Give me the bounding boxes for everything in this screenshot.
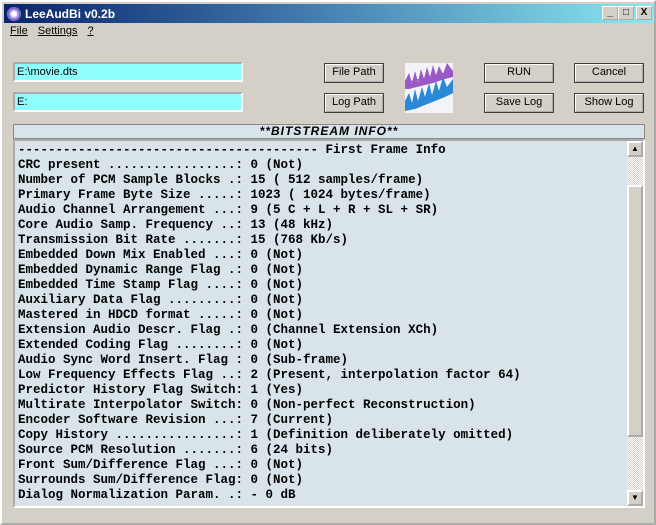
scroll-up-button[interactable]: ▲: [627, 141, 643, 157]
scroll-thumb[interactable]: [627, 185, 643, 437]
info-line: Embedded Time Stamp Flag ....: 0 (Not): [18, 278, 304, 292]
info-line: Multirate Interpolator Switch: 0 (Non-pe…: [18, 398, 476, 412]
info-line: Low Frequency Effects Flag ..: 2 (Presen…: [18, 368, 521, 382]
minimize-button[interactable]: _: [602, 6, 618, 20]
info-line: Embedded Dynamic Range Flag .: 0 (Not): [18, 263, 304, 277]
info-line: Dialog Normalization Param. .: - 0 dB: [18, 488, 296, 502]
info-line: ----------------------------------------…: [18, 143, 446, 157]
maximize-button[interactable]: □: [618, 6, 634, 20]
menu-file[interactable]: File: [10, 25, 28, 37]
info-line: Front Sum/Difference Flag ...: 0 (Not): [18, 458, 304, 472]
info-line: Extension Audio Descr. Flag .: 0 (Channe…: [18, 323, 439, 337]
info-line: Audio Channel Arrangement ...: 9 (5 C + …: [18, 203, 439, 217]
info-line: Core Audio Samp. Frequency ..: 13 (48 kH…: [18, 218, 334, 232]
info-line: Mastered in HDCD format .....: 0 (Not): [18, 308, 304, 322]
info-line: CRC present .................: 0 (Not): [18, 158, 304, 172]
log-path-input[interactable]: [13, 92, 243, 112]
menu-settings[interactable]: Settings: [38, 25, 78, 37]
info-line: Encoder Software Revision ...: 7 (Curren…: [18, 413, 334, 427]
info-line: Transmission Bit Rate .......: 15 (768 K…: [18, 233, 349, 247]
info-line: Extended Coding Flag ........: 0 (Not): [18, 338, 304, 352]
vertical-scrollbar[interactable]: ▲ ▼: [627, 141, 643, 506]
menu-help[interactable]: ?: [87, 25, 93, 37]
bitstream-info-header: **BITSTREAM INFO**: [13, 124, 645, 139]
cancel-button[interactable]: Cancel: [574, 63, 644, 83]
app-icon: [7, 6, 21, 21]
scroll-down-button[interactable]: ▼: [627, 490, 643, 506]
info-line: Source PCM Resolution .......: 6 (24 bit…: [18, 443, 334, 457]
title-bar: LeeAudBi v0.2b _ □ X: [4, 4, 654, 23]
info-line: Predictor History Flag Switch: 1 (Yes): [18, 383, 304, 397]
file-path-button[interactable]: File Path: [324, 63, 384, 83]
close-button[interactable]: X: [636, 6, 652, 20]
save-log-button[interactable]: Save Log: [484, 93, 554, 113]
info-line: Copy History ................: 1 (Defini…: [18, 428, 514, 442]
info-line: Number of PCM Sample Blocks .: 15 ( 512 …: [18, 173, 424, 187]
info-line: Primary Frame Byte Size .....: 1023 ( 10…: [18, 188, 431, 202]
log-path-button[interactable]: Log Path: [324, 93, 384, 113]
app-window: LeeAudBi v0.2b _ □ X File Settings ? Fil…: [0, 0, 656, 525]
waveform-logo: [405, 63, 453, 113]
run-button[interactable]: RUN: [484, 63, 554, 83]
show-log-button[interactable]: Show Log: [574, 93, 644, 113]
menu-bar: File Settings ?: [6, 25, 94, 37]
bitstream-info-textarea[interactable]: ----------------------------------------…: [13, 139, 645, 508]
info-line: Surrounds Sum/Difference Flag: 0 (Not): [18, 473, 304, 487]
info-line: Audio Sync Word Insert. Flag : 0 (Sub-fr…: [18, 353, 349, 367]
info-lines: ----------------------------------------…: [18, 143, 521, 503]
info-line: Auxiliary Data Flag .........: 0 (Not): [18, 293, 304, 307]
window-title: LeeAudBi v0.2b: [25, 6, 116, 21]
file-path-input[interactable]: [13, 62, 243, 82]
info-line: Embedded Down Mix Enabled ...: 0 (Not): [18, 248, 304, 262]
